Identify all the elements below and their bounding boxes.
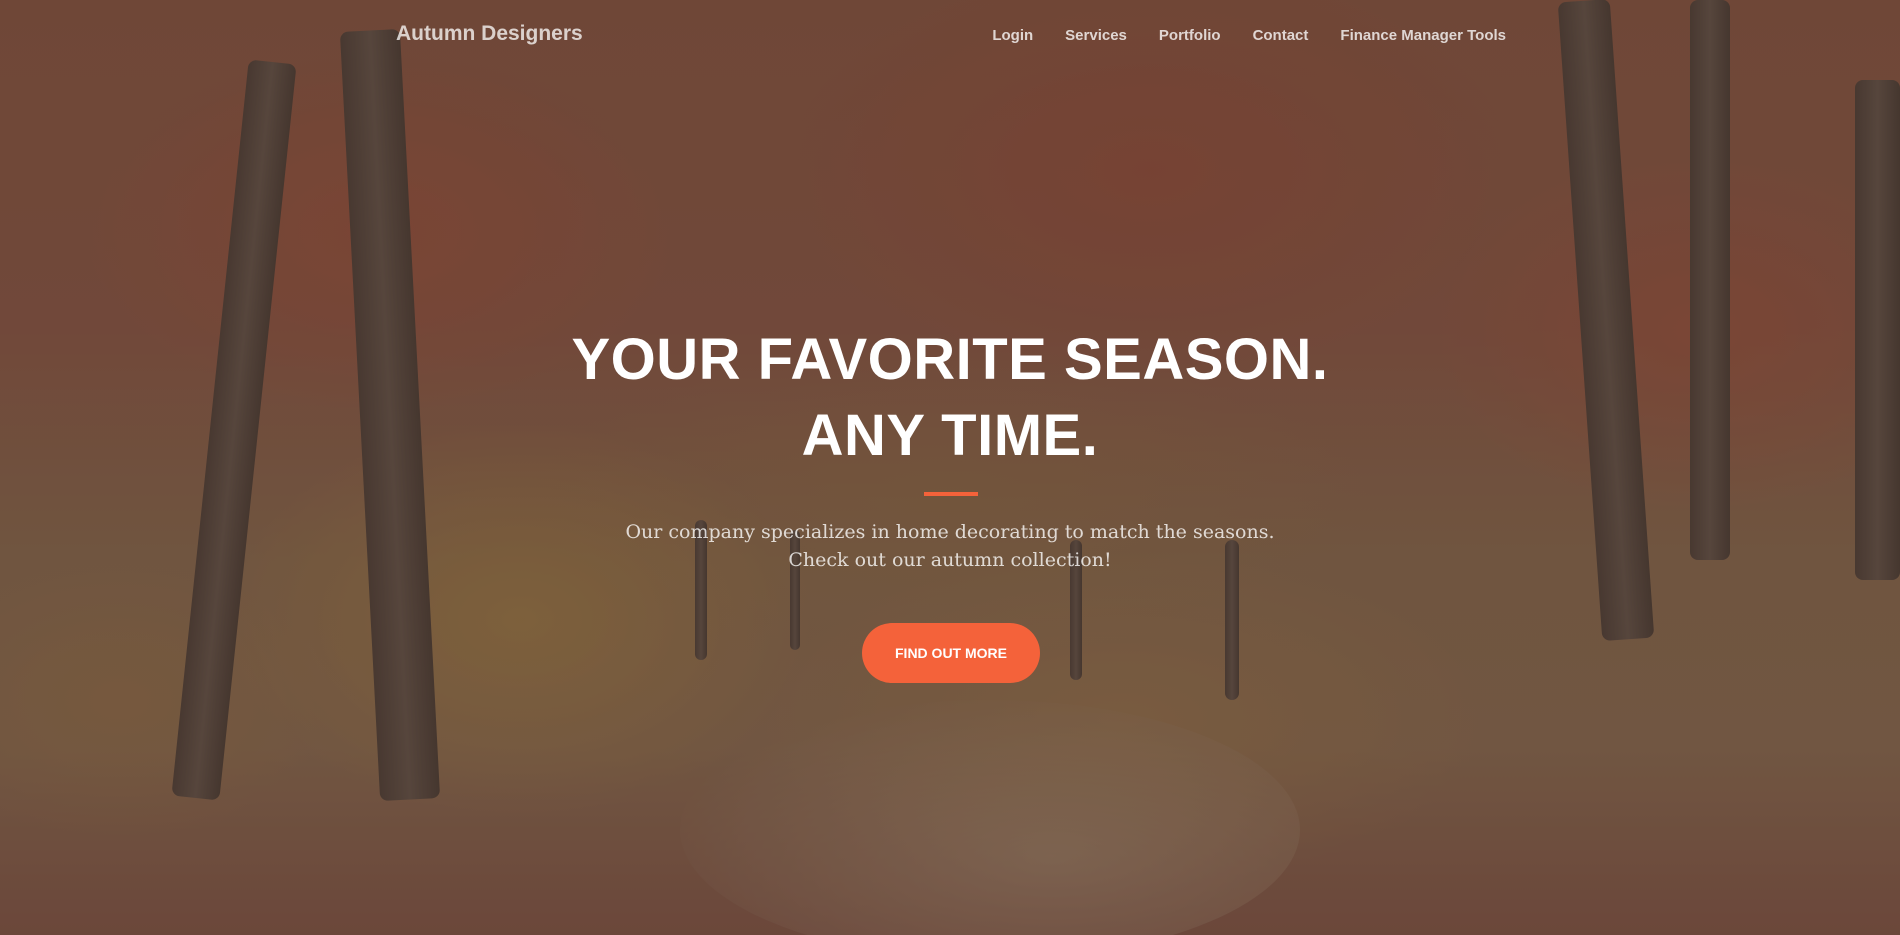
- hero-description: Our company specializes in home decorati…: [0, 518, 1900, 574]
- hero-title-line-1: YOUR FAVORITE SEASON.: [571, 327, 1329, 392]
- hero-section: YOUR FAVORITE SEASON. ANY TIME. Our comp…: [0, 0, 1900, 935]
- hero-description-line-2: Check out our autumn collection!: [788, 549, 1112, 571]
- hero-divider: [924, 492, 978, 496]
- find-out-more-button[interactable]: FIND OUT MORE: [862, 623, 1040, 683]
- hero-title-line-2: ANY TIME.: [801, 403, 1099, 468]
- hero-title: YOUR FAVORITE SEASON. ANY TIME.: [0, 322, 1900, 474]
- hero-description-line-1: Our company specializes in home decorati…: [625, 521, 1275, 543]
